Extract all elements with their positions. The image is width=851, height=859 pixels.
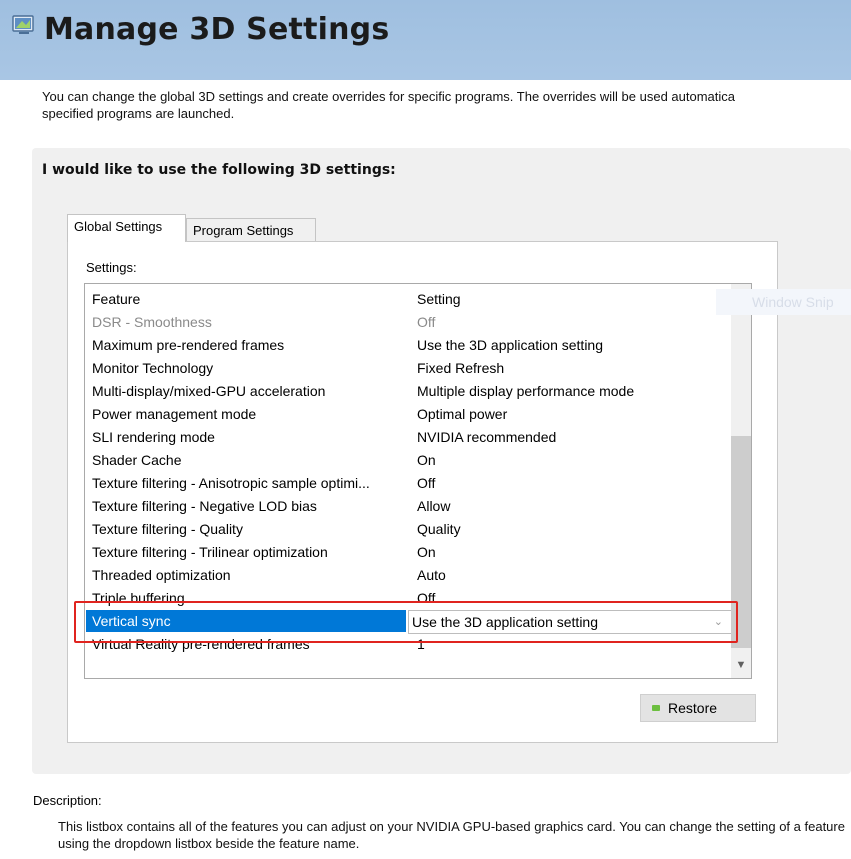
- feature-cell: Multi-display/mixed-GPU acceleration: [92, 383, 326, 399]
- intro-line-2: specified programs are launched.: [42, 106, 235, 121]
- feature-cell: Monitor Technology: [92, 360, 214, 376]
- restore-icon: [652, 705, 660, 711]
- panel-heading: I would like to use the following 3D set…: [42, 162, 396, 178]
- feature-cell: Threaded optimization: [92, 567, 231, 583]
- feature-cell: Texture filtering - Quality: [92, 521, 243, 537]
- setting-cell: Use the 3D application setting: [417, 337, 603, 353]
- column-header-setting[interactable]: Setting: [417, 288, 737, 310]
- tab-global-settings[interactable]: Global Settings: [67, 214, 186, 242]
- setting-cell: Off: [417, 475, 436, 491]
- nvidia-settings-icon: [12, 15, 34, 34]
- feature-cell: Power management mode: [92, 406, 257, 422]
- page-title: Manage 3D Settings: [44, 12, 390, 47]
- description-label: Description:: [33, 793, 102, 808]
- column-header-feature[interactable]: Feature: [92, 288, 412, 310]
- setting-cell: On: [417, 452, 436, 468]
- setting-cell: Fixed Refresh: [417, 360, 505, 376]
- feature-cell: Maximum pre-rendered frames: [92, 337, 285, 353]
- setting-cell: Multiple display performance mode: [417, 383, 635, 399]
- settings-label: Settings:: [86, 260, 137, 275]
- scroll-down-arrow-icon[interactable]: ▼: [731, 654, 751, 676]
- setting-cell: Optimal power: [417, 406, 508, 422]
- setting-cell: Allow: [417, 498, 451, 514]
- setting-cell: Quality: [417, 521, 461, 537]
- intro-text: You can change the global 3D settings an…: [42, 88, 851, 122]
- feature-cell: SLI rendering mode: [92, 429, 215, 445]
- page-header: Manage 3D Settings: [0, 0, 851, 80]
- feature-cell: Texture filtering - Trilinear optimizati…: [92, 544, 328, 560]
- setting-cell: On: [417, 544, 436, 560]
- feature-cell: Shader Cache: [92, 452, 182, 468]
- highlight-annotation: [74, 601, 738, 643]
- feature-cell: DSR - Smoothness: [92, 314, 212, 330]
- setting-cell: NVIDIA recommended: [417, 429, 557, 445]
- window-snip-overlay: Window Snip: [716, 289, 851, 315]
- intro-line-1: You can change the global 3D settings an…: [42, 89, 735, 104]
- description-text: This listbox contains all of the feature…: [58, 819, 845, 851]
- setting-cell: Auto: [417, 567, 446, 583]
- restore-button[interactable]: Restore: [640, 694, 756, 722]
- feature-cell: Texture filtering - Negative LOD bias: [92, 498, 317, 514]
- tab-program-settings[interactable]: Program Settings: [186, 218, 316, 242]
- setting-cell: Off: [417, 314, 436, 330]
- feature-cell: Texture filtering - Anisotropic sample o…: [92, 475, 370, 491]
- restore-label: Restore: [668, 700, 718, 716]
